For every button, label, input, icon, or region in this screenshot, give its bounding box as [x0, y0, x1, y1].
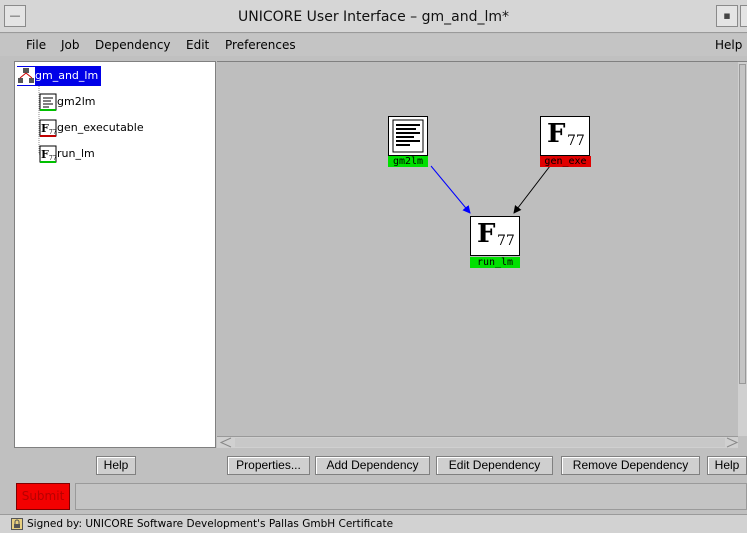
svg-text:77: 77	[49, 155, 57, 162]
graph-node-label: gen_exe	[540, 156, 591, 167]
edit-dependency-button[interactable]: Edit Dependency	[436, 456, 553, 475]
title-bar: — UNICORE User Interface – gm_and_lm* ▪	[0, 0, 747, 33]
menu-bar: File Job Dependency Edit Preferences Hel…	[0, 34, 747, 56]
menu-dependency[interactable]: Dependency	[95, 38, 171, 52]
graph-node-gm2lm[interactable]: gm2lm	[388, 116, 428, 167]
minimize-icon[interactable]: ▪	[716, 5, 738, 27]
graph-node-run-lm[interactable]: F 77 run_lm	[470, 216, 520, 268]
properties-button[interactable]: Properties...	[227, 456, 310, 475]
status-field	[75, 483, 747, 510]
graph-node-gen-exe[interactable]: F 77 gen_exe	[540, 116, 591, 167]
vertical-scroll-thumb[interactable]	[739, 64, 746, 384]
svg-text:F: F	[41, 148, 49, 161]
menu-preferences[interactable]: Preferences	[225, 38, 296, 52]
job-tree[interactable]: gm_and_lm gm2lm F 77 gen_executable F 77…	[14, 61, 216, 448]
tree-item-label: gm_and_lm	[35, 69, 99, 82]
graph-node-label: run_lm	[470, 257, 520, 268]
tree-item-label: run_lm	[57, 147, 95, 160]
fortran-icon: F 77	[39, 119, 57, 137]
tree-item-gen-executable[interactable]: F 77 gen_executable	[39, 118, 144, 138]
tree-item-label: gen_executable	[57, 121, 144, 134]
window-title: UNICORE User Interface – gm_and_lm*	[238, 9, 509, 25]
dependency-edge-gm2lm-run-lm[interactable]	[430, 165, 471, 214]
tree-item-root[interactable]: gm_and_lm	[17, 66, 102, 86]
tree-item-run-lm[interactable]: F 77 run_lm	[39, 144, 95, 164]
maximize-icon[interactable]	[740, 5, 747, 27]
submit-button[interactable]: Submit	[16, 483, 70, 510]
fortran-icon: F 77	[540, 116, 590, 156]
dependency-edge-gen-exe-run-lm[interactable]	[513, 165, 551, 214]
certificate-text: Signed by: UNICORE Software Development'…	[27, 518, 394, 530]
scroll-left-icon[interactable]	[219, 437, 233, 448]
fortran-icon: F 77	[39, 145, 57, 163]
add-dependency-button[interactable]: Add Dependency	[315, 456, 430, 475]
fortran-icon: F 77	[470, 216, 520, 256]
scroll-right-icon[interactable]	[725, 437, 739, 448]
certificate-lock-icon	[11, 518, 23, 530]
graph-node-label: gm2lm	[388, 156, 428, 167]
horizontal-scrollbar[interactable]	[217, 436, 739, 448]
certificate-status-bar: Signed by: UNICORE Software Development'…	[0, 514, 747, 533]
tree-item-label: gm2lm	[57, 95, 96, 108]
menu-file[interactable]: File	[26, 38, 46, 52]
menu-help[interactable]: Help	[715, 38, 742, 52]
dependency-graph-canvas[interactable]: gm2lm F 77 gen_exe F 77 run_lm	[217, 61, 747, 436]
remove-dependency-button[interactable]: Remove Dependency	[561, 456, 700, 475]
help-button-left[interactable]: Help	[96, 456, 136, 475]
help-button-right[interactable]: Help	[707, 456, 747, 475]
menu-edit[interactable]: Edit	[186, 38, 209, 52]
vertical-scrollbar[interactable]	[738, 62, 747, 436]
script-icon	[39, 93, 57, 111]
job-group-icon	[17, 67, 35, 85]
tree-item-gm2lm[interactable]: gm2lm	[39, 92, 95, 112]
horizontal-scroll-thumb[interactable]	[235, 438, 725, 447]
svg-text:77: 77	[49, 129, 57, 136]
script-icon	[388, 116, 428, 156]
svg-text:F: F	[41, 122, 49, 135]
menu-job[interactable]: Job	[61, 38, 80, 52]
